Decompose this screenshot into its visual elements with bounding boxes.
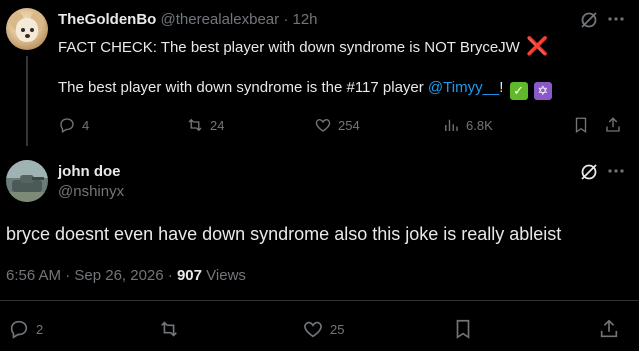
like-button[interactable]: 254 [314, 114, 360, 136]
share-icon [600, 319, 618, 338]
bookmark-button[interactable] [452, 318, 480, 340]
avatar-detail [32, 177, 44, 180]
thread-line [26, 56, 28, 146]
bookmark-icon [575, 117, 587, 134]
views-count: 907 [176, 267, 202, 284]
text-best-player: The best player with down syndrome is th… [58, 79, 424, 96]
repost-button[interactable] [158, 318, 186, 340]
share-button[interactable] [598, 318, 626, 340]
check-emoji-icon: ✓ [509, 82, 528, 100]
tweet-text: FACT CHECK: The best player with down sy… [58, 36, 618, 100]
reply-icon [10, 320, 28, 339]
author-name[interactable]: TheGoldenBo [58, 11, 156, 28]
timestamp[interactable]: 6:56 AM · Sep 26, 2026 · [6, 267, 173, 284]
star-of-david-emoji-icon: ✡ [533, 82, 552, 100]
repost-icon [161, 321, 177, 337]
reply-button[interactable]: 2 [8, 318, 43, 340]
divider [0, 300, 639, 301]
bookmark-icon [456, 319, 470, 339]
text-fact-check: FACT CHECK: The best player with down sy… [58, 39, 520, 56]
more-icon[interactable] [607, 16, 625, 22]
reply-button[interactable]: 4 [58, 114, 89, 136]
cross-icon: ❌ [526, 36, 549, 56]
tweet-line: FACT CHECK: The best player with down sy… [58, 36, 618, 58]
bookmark-button[interactable] [572, 114, 596, 136]
avatar[interactable] [6, 8, 48, 50]
reply-count: 4 [82, 117, 90, 133]
text-suffix: ! [499, 79, 504, 96]
repost-button[interactable]: 24 [186, 114, 224, 136]
mention-link[interactable]: @Timyy__ [428, 79, 499, 96]
like-icon [315, 119, 331, 132]
avatar-detail [30, 28, 34, 32]
author-handle[interactable]: @nshinyx [58, 182, 124, 202]
avatar-detail [6, 192, 48, 202]
like-icon [304, 321, 322, 338]
timestamp[interactable]: 12h [292, 11, 317, 28]
views-label: Views [206, 267, 246, 284]
avatar-detail [25, 34, 30, 38]
tweet-meta: 6:56 AM · Sep 26, 2026 · 907 Views [6, 266, 246, 286]
tweet-header: TheGoldenBo @therealalexbear · 12h [58, 10, 318, 30]
share-icon [606, 117, 620, 132]
tweet-text: bryce doesnt even have down syndrome als… [6, 224, 562, 244]
parent-tweet[interactable]: TheGoldenBo @therealalexbear · 12h FACT … [0, 0, 639, 146]
tweet-line: The best player with down syndrome is th… [58, 78, 618, 100]
separator: · [283, 11, 289, 28]
views-count: 6.8K [466, 117, 493, 133]
author-handle[interactable]: @therealalexbear [161, 11, 280, 28]
reply-count: 2 [36, 321, 44, 337]
views-button[interactable]: 6.8K [442, 114, 493, 136]
avatar[interactable] [6, 160, 48, 202]
more-icon[interactable] [607, 168, 625, 174]
share-button[interactable] [604, 114, 628, 136]
like-button[interactable]: 25 [302, 318, 344, 340]
author-name[interactable]: john doe [58, 162, 121, 182]
avatar-detail [16, 18, 38, 42]
action-bar: 4 24 254 6.8K [58, 114, 628, 136]
repost-icon [188, 118, 202, 132]
grok-icon[interactable] [579, 162, 599, 182]
reply-icon [60, 118, 74, 133]
action-bar: 2 25 [0, 318, 639, 342]
avatar-detail [21, 28, 25, 32]
repost-count: 24 [210, 117, 225, 133]
like-count: 25 [330, 321, 345, 337]
grok-icon[interactable] [579, 10, 599, 30]
views-icon [445, 119, 458, 131]
like-count: 254 [338, 117, 360, 133]
